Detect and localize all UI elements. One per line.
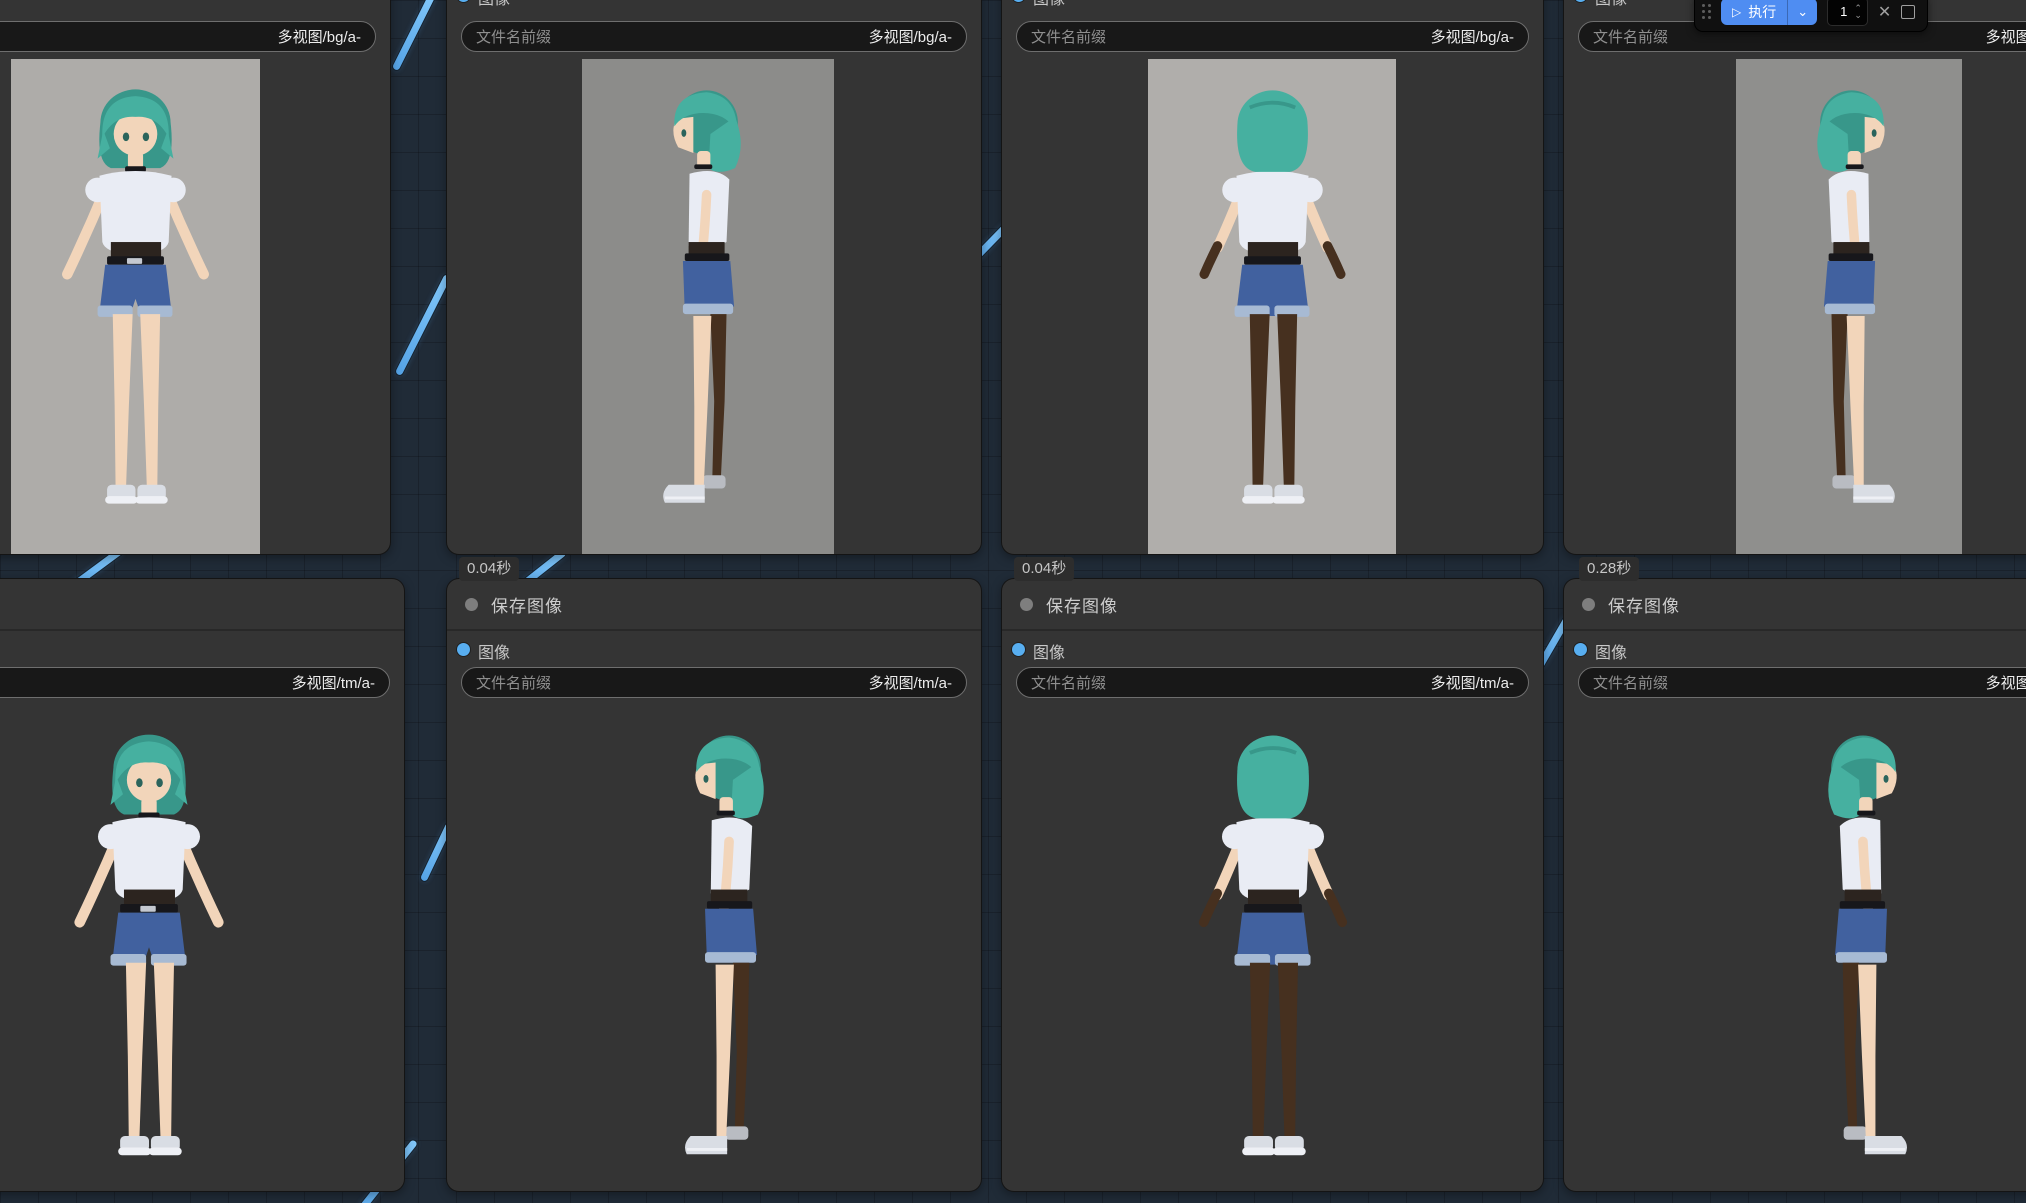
image-input-socket[interactable] (1574, 0, 1587, 2)
header-divider (0, 629, 404, 631)
character-image-side-left (625, 724, 837, 1191)
filename-prefix-input[interactable]: 文件名前缀 多视图/tm/a- (1578, 667, 2026, 698)
filename-prefix-input[interactable]: 文件名前缀 多视图/tm/a- (461, 667, 967, 698)
save-image-node-b2[interactable]: 保存图像 图像 文件名前缀 多视图/tm/a- (446, 578, 982, 1192)
filename-prefix-placeholder: 文件名前缀 (1593, 675, 1669, 692)
image-input-row: 图像 (1564, 633, 2026, 667)
spinner-down-icon: ⌄ (1854, 9, 1862, 20)
filename-prefix-value: 多视图/bg/a- (868, 29, 952, 46)
node-graph-canvas[interactable]: ▷ 执行 ⌄ 1 ⌃ ⌄ ✕ 多视图/bg/a- 文件名前缀 多视图/bg/a-… (0, 0, 2026, 1203)
character-image-front (43, 724, 255, 1191)
character-image-front (31, 79, 240, 539)
filename-prefix-input[interactable]: 文件名前缀 多视图/tm/a- (0, 667, 390, 698)
image-input-label: 图像 (1033, 0, 1065, 9)
filename-prefix-placeholder: 文件名前缀 (476, 675, 552, 692)
image-preview (582, 59, 834, 554)
floating-run-toolbar: ▷ 执行 ⌄ 1 ⌃ ⌄ ✕ (1694, 0, 1929, 32)
batch-count-input[interactable]: 1 ⌃ ⌄ (1827, 0, 1868, 26)
collapse-dot[interactable] (465, 598, 478, 611)
header-divider (447, 629, 981, 631)
collapse-dot[interactable] (1582, 598, 1595, 611)
node-title: 保存图像 (491, 597, 563, 616)
character-image-side-right (1745, 79, 1954, 539)
image-input-row: 图像 (447, 633, 981, 667)
save-image-node-t3[interactable]: 图像 文件名前缀 多视图/bg/a- (1001, 0, 1544, 555)
run-button-group: ▷ 执行 ⌄ (1721, 0, 1818, 25)
filename-prefix-placeholder: 文件名前缀 (476, 29, 552, 46)
image-input-row: 图像 (447, 0, 981, 13)
image-preview (11, 59, 260, 554)
node-header[interactable]: 保存图像 (0, 579, 404, 629)
save-image-node-b4[interactable]: 保存图像 图像 文件名前缀 多视图/tm/a- (1563, 578, 2026, 1192)
character-image-side-left (604, 79, 813, 539)
image-input-label: 图像 (1033, 645, 1066, 662)
node-header[interactable]: 保存图像 (1564, 579, 2026, 629)
image-preview (1148, 59, 1396, 554)
filename-prefix-value: 多视图/tm/a- (868, 675, 952, 692)
filename-prefix-value: 多视图/tm/a- (1985, 675, 2026, 692)
node-header[interactable]: 保存图像 (1002, 579, 1543, 629)
header-divider (1002, 629, 1543, 631)
link-wire (394, 273, 452, 377)
image-input-row: 图像 (0, 633, 404, 667)
chevron-down-icon: ⌄ (1797, 3, 1809, 19)
image-input-socket[interactable] (1012, 0, 1025, 2)
filename-prefix-placeholder: 文件名前缀 (1031, 29, 1107, 46)
filename-prefix-input[interactable]: 文件名前缀 多视图/bg/a- (461, 21, 967, 52)
filename-prefix-value: 多视图/bg/a- (1985, 29, 2026, 46)
image-input-label: 图像 (1595, 645, 1628, 662)
cancel-button[interactable]: ✕ (1878, 2, 1891, 22)
node-title: 保存图像 (1608, 597, 1680, 616)
execution-time-badge: 0.04秒 (459, 557, 520, 581)
play-icon: ▷ (1732, 4, 1742, 19)
image-input-label: 图像 (1595, 0, 1627, 9)
image-input-row: 图像 (1002, 0, 1543, 13)
drag-handle-icon[interactable] (1702, 4, 1711, 19)
save-image-node-t1[interactable]: 多视图/bg/a- (0, 0, 391, 555)
character-image-side-right (1755, 724, 1967, 1191)
node-header[interactable]: 保存图像 (447, 579, 981, 629)
count-spinner[interactable]: ⌃ ⌄ (1854, 3, 1862, 20)
collapse-dot[interactable] (1020, 598, 1033, 611)
filename-prefix-input[interactable]: 文件名前缀 多视图/tm/a- (1016, 667, 1529, 698)
image-input-label: 图像 (478, 645, 511, 662)
filename-prefix-placeholder: 文件名前缀 (1593, 29, 1669, 46)
character-image-back (1168, 79, 1377, 539)
image-input-label: 图像 (478, 0, 510, 9)
filename-prefix-value: 多视图/tm/a- (291, 675, 375, 692)
image-input-socket[interactable] (1574, 643, 1587, 656)
execution-time-badge: 0.04秒 (1014, 557, 1075, 581)
filename-prefix-value: 多视图/bg/a- (277, 29, 361, 46)
run-button-label: 执行 (1748, 3, 1777, 20)
save-image-node-b3[interactable]: 保存图像 图像 文件名前缀 多视图/tm/a- (1001, 578, 1544, 1192)
node-title: 保存图像 (1046, 597, 1118, 616)
image-input-socket[interactable] (1012, 643, 1025, 656)
execution-time-badge: 0.28秒 (1579, 557, 1640, 581)
save-image-node-t4[interactable]: 图像 文件名前缀 多视图/bg/a- (1563, 0, 2026, 555)
stop-button[interactable] (1901, 4, 1916, 19)
batch-count-value: 1 (1840, 4, 1848, 19)
filename-prefix-value: 多视图/bg/a- (1430, 29, 1514, 46)
run-button[interactable]: ▷ 执行 (1721, 0, 1787, 25)
run-options-chevron[interactable]: ⌄ (1787, 0, 1817, 25)
image-input-socket[interactable] (457, 0, 470, 2)
filename-prefix-placeholder: 文件名前缀 (1031, 675, 1107, 692)
image-input-row: 图像 (1002, 633, 1543, 667)
link-wire (391, 0, 437, 72)
filename-prefix-input[interactable]: 文件名前缀 多视图/bg/a- (1016, 21, 1529, 52)
save-image-node-b1[interactable]: 保存图像 图像 文件名前缀 多视图/tm/a- (0, 578, 405, 1192)
filename-prefix-input[interactable]: 多视图/bg/a- (0, 21, 376, 52)
image-input-socket[interactable] (457, 643, 470, 656)
save-image-node-t2[interactable]: 图像 文件名前缀 多视图/bg/a- (446, 0, 982, 555)
header-divider (1564, 629, 2026, 631)
image-preview (1736, 59, 1962, 554)
filename-prefix-value: 多视图/tm/a- (1430, 675, 1514, 692)
character-image-back (1167, 724, 1379, 1191)
